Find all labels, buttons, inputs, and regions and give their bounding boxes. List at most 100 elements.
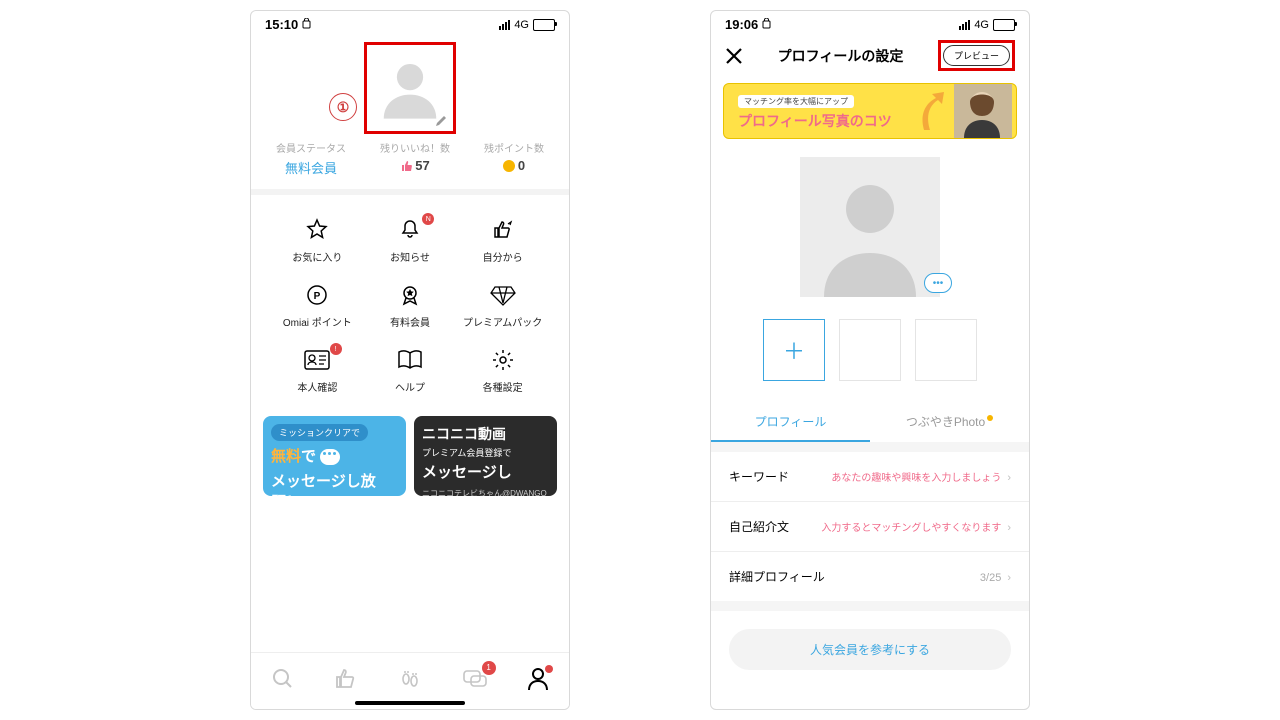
stat-membership[interactable]: 会員ステータス 無料会員 <box>276 140 346 177</box>
phone-mypage: ① 15:10 4G 会員ステータス 無料会員 残りいいね！数 57 残ポイント… <box>250 10 570 710</box>
notification-badge: N <box>422 213 434 225</box>
phone-profile-settings: ② 19:06 4G プロフィールの設定 プレビュー マッチング率を大幅にアップ… <box>710 10 1030 710</box>
highlight-box: プレビュー <box>938 40 1015 71</box>
gear-icon <box>491 348 515 372</box>
avatar-placeholder-icon <box>375 53 445 123</box>
menu-fromme[interactable]: 自分から <box>456 217 549 264</box>
status-bar: 19:06 4G <box>711 11 1029 34</box>
close-icon[interactable] <box>725 47 743 65</box>
photo-thumbnails: ＋ <box>711 319 1029 381</box>
photo-slot[interactable] <box>839 319 901 381</box>
stat-value: 無料会員 <box>276 158 346 177</box>
nav-messages[interactable]: 1 <box>462 667 488 696</box>
edit-icon <box>435 115 447 127</box>
row-label: キーワード <box>729 468 789 485</box>
preview-button[interactable]: プレビュー <box>943 45 1010 66</box>
battery-icon <box>533 19 555 31</box>
menu-label: 自分から <box>456 249 549 264</box>
menu-settings[interactable]: 各種設定 <box>456 347 549 394</box>
menu-label: ヘルプ <box>364 379 457 394</box>
nav-mypage[interactable] <box>527 667 549 696</box>
tips-banner[interactable]: マッチング率を大幅にアップ プロフィール写真のコツ <box>723 83 1017 139</box>
thumbs-up-icon <box>400 160 412 172</box>
avatar-edit[interactable] <box>364 42 456 134</box>
network-label: 4G <box>974 19 989 31</box>
add-photo-button[interactable]: ＋ <box>763 319 825 381</box>
menu-premium-pack[interactable]: プレミアムパック <box>456 282 549 329</box>
alert-badge: ! <box>330 343 342 355</box>
status-bar: 15:10 4G <box>251 11 569 34</box>
banner-pill: ミッションクリアで <box>271 424 368 441</box>
row-hint: あなたの趣味や興味を入力しましょう <box>831 473 1001 484</box>
nav-like[interactable] <box>334 667 358 696</box>
menu-label: 各種設定 <box>456 379 549 394</box>
bell-icon <box>398 218 422 242</box>
stat-label: 残ポイント数 <box>484 140 544 155</box>
tab-profile[interactable]: プロフィール <box>711 403 870 442</box>
thumbs-up-icon <box>334 667 358 691</box>
svg-text:P: P <box>314 291 321 302</box>
profile-tabs: プロフィール つぶやきPhoto <box>711 403 1029 442</box>
battery-icon <box>993 19 1015 31</box>
row-hint: 入力するとマッチングしやすくなります <box>821 523 1001 534</box>
stat-label: 残りいいね！数 <box>380 140 450 155</box>
clock: 19:06 <box>725 17 771 32</box>
id-card-icon <box>304 350 330 370</box>
photo-slot[interactable] <box>915 319 977 381</box>
stat-points[interactable]: 残ポイント数 0 <box>484 140 544 177</box>
modal-header: プロフィールの設定 プレビュー <box>711 34 1029 77</box>
search-icon <box>271 667 295 691</box>
banner-mission[interactable]: ミッションクリアで 無料で メッセージし放題！ <box>263 416 406 496</box>
row-label: 自己紹介文 <box>729 518 789 535</box>
network-label: 4G <box>514 19 529 31</box>
nav-dot <box>545 665 553 673</box>
clock: 15:10 <box>265 17 311 32</box>
arrow-up-icon <box>914 90 950 132</box>
row-detail-profile[interactable]: 詳細プロフィール 3/25› <box>711 552 1029 601</box>
menu-label: プレミアムパック <box>456 314 549 329</box>
menu-paid-member[interactable]: 有料会員 <box>364 282 457 329</box>
medal-icon <box>398 283 422 307</box>
stat-value: 0 <box>484 158 544 173</box>
status-right: 4G <box>959 19 1015 31</box>
banner-row: ミッションクリアで 無料で メッセージし放題！ ニコニコ動画 プレミアム会員登録… <box>251 416 569 496</box>
thumbs-up-arrow-icon <box>491 218 515 242</box>
banner-niconico[interactable]: ニコニコ動画 プレミアム会員登録で メッセージし ニコニコテレビちゃん@DWAN… <box>414 416 557 496</box>
tab-tsubuyaki-photo[interactable]: つぶやきPhoto <box>870 403 1029 442</box>
diamond-icon <box>490 283 516 307</box>
stat-label: 会員ステータス <box>276 140 346 155</box>
coin-icon <box>503 160 515 172</box>
row-intro[interactable]: 自己紹介文 入力するとマッチングしやすくなります › <box>711 502 1029 552</box>
row-label: 詳細プロフィール <box>729 568 825 585</box>
section-gap <box>711 442 1029 452</box>
menu-identity-verify[interactable]: ! 本人確認 <box>271 347 364 394</box>
section-gap <box>711 601 1029 611</box>
main-photo-slot[interactable]: ••• <box>800 157 940 297</box>
new-dot-icon <box>987 415 993 421</box>
banner-subtitle: マッチング率を大幅にアップ <box>738 95 854 108</box>
menu-notifications[interactable]: N お知らせ <box>364 217 457 264</box>
menu-grid: お気に入り N お知らせ 自分から P Omiai ポイント 有料会員 プレミア… <box>251 195 569 416</box>
stats-row: 会員ステータス 無料会員 残りいいね！数 57 残ポイント数 0 <box>251 140 569 177</box>
message-badge: 1 <box>482 661 496 675</box>
stat-likes[interactable]: 残りいいね！数 57 <box>380 140 450 177</box>
chevron-right-icon: › <box>1007 572 1011 584</box>
row-keyword[interactable]: キーワード あなたの趣味や興味を入力しましょう › <box>711 452 1029 502</box>
status-right: 4G <box>499 19 555 31</box>
signal-icon <box>499 20 510 30</box>
menu-label: Omiai ポイント <box>271 314 364 329</box>
menu-label: 本人確認 <box>271 379 364 394</box>
menu-favorites[interactable]: お気に入り <box>271 217 364 264</box>
nav-search[interactable] <box>271 667 295 696</box>
callout-1: ① <box>329 93 357 121</box>
menu-help[interactable]: ヘルプ <box>364 347 457 394</box>
chevron-right-icon: › <box>1007 472 1011 484</box>
nav-footprint[interactable] <box>398 667 422 696</box>
stat-value: 57 <box>380 158 450 173</box>
chevron-right-icon: › <box>1007 522 1011 534</box>
menu-omiai-points[interactable]: P Omiai ポイント <box>271 282 364 329</box>
popular-members-button[interactable]: 人気会員を参考にする <box>729 629 1011 670</box>
more-icon[interactable]: ••• <box>924 273 952 293</box>
page-title: プロフィールの設定 <box>778 46 904 66</box>
menu-label: お知らせ <box>364 249 457 264</box>
